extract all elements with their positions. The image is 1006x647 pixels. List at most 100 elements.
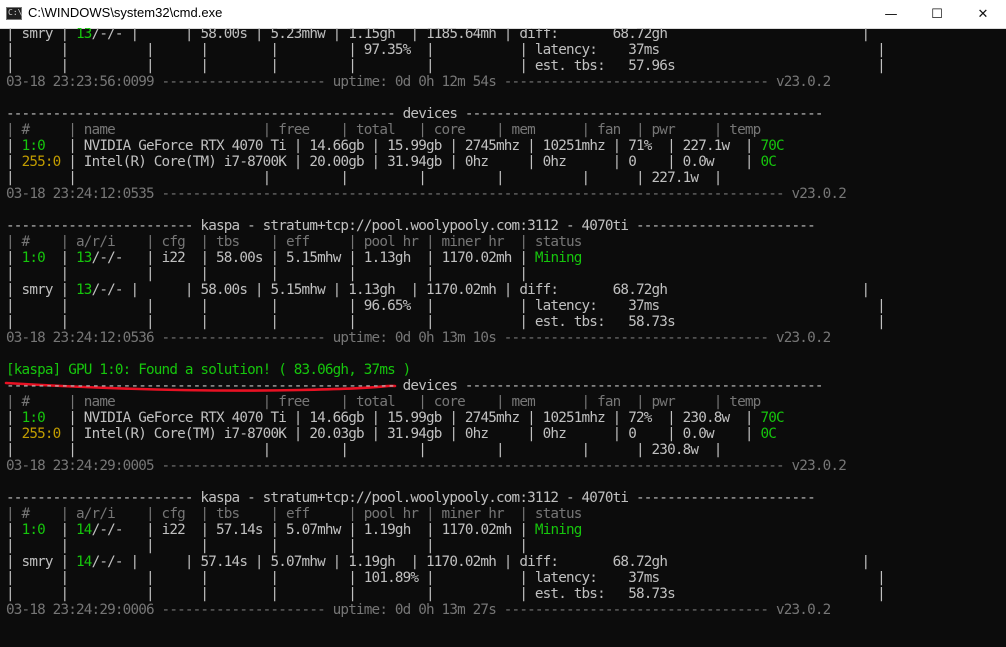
console-line: ----------------------------------------… xyxy=(6,106,823,122)
console-text: 03-18 23:24:29:0006 --------------------… xyxy=(6,602,831,618)
window-title: C:\WINDOWS\system32\cmd.exe xyxy=(28,5,223,20)
console-text: | xyxy=(6,250,22,266)
console-line: [kaspa] GPU 1:0: Found a solution! ( 83.… xyxy=(6,362,411,378)
console-line: | 1:0 | 13/-/- | i22 | 58.00s | 5.15mhw … xyxy=(6,250,582,266)
minimize-button[interactable]: — xyxy=(868,0,914,28)
console-text: 13 xyxy=(76,28,92,42)
console-text: | | | | | | 96.65% | | latency: 37ms | xyxy=(6,298,886,314)
console-text: 0C xyxy=(760,154,776,170)
console-text: | xyxy=(6,154,22,170)
console-text: | xyxy=(6,522,22,538)
console-text: | | | | | | | | est. tbs: 58.73s | xyxy=(6,314,886,330)
console-line: | 255:0 | Intel(R) Core(TM) i7-8700K | 2… xyxy=(6,154,777,170)
console-text: | NVIDIA GeForce RTX 4070 Ti | 14.66gb |… xyxy=(44,138,761,154)
console-line: | 1:0 | NVIDIA GeForce RTX 4070 Ti | 14.… xyxy=(6,138,785,154)
console-line: | smry | 13/-/- | | 58.00s | 5.23mhw | 1… xyxy=(6,28,871,42)
console-line: | | | | | | | | 230.8w | xyxy=(6,442,722,458)
console-text: 255:0 xyxy=(21,426,62,442)
console-line: 03-18 23:24:29:0005 --------------------… xyxy=(6,458,847,474)
console-text: 13 xyxy=(76,282,92,298)
console-text: /-/- | i22 | 58.00s | 5.15mhw | 1.13gh |… xyxy=(91,250,535,266)
console-text: 0C xyxy=(760,426,776,442)
console-text: /-/- | | 58.00s | 5.23mhw | 1.15gh | 118… xyxy=(91,28,871,42)
console-text: | # | a/r/i | cfg | tbs | eff | pool hr … xyxy=(6,234,582,250)
console-line: | | | | | | 97.35% | | latency: 37ms | xyxy=(6,42,886,58)
console-text: | Intel(R) Core(TM) i7-8700K | 20.03gb |… xyxy=(60,426,761,442)
console-line: | # | a/r/i | cfg | tbs | eff | pool hr … xyxy=(6,506,582,522)
console-text: | | | | | | | | xyxy=(6,266,528,282)
console-line: | smry | 13/-/- | | 58.00s | 5.15mhw | 1… xyxy=(6,282,871,298)
console-text: ----------------------------------------… xyxy=(6,106,823,122)
console-line: | 255:0 | Intel(R) Core(TM) i7-8700K | 2… xyxy=(6,426,777,442)
console-text: | | | | | | 97.35% | | latency: 37ms | xyxy=(6,42,886,58)
console-text: | smry | xyxy=(6,554,76,570)
console-line: 03-18 23:24:12:0535 --------------------… xyxy=(6,186,847,202)
close-button[interactable]: ✕ xyxy=(960,0,1006,28)
console-text: ----------------------------------------… xyxy=(6,378,823,394)
console-line: | | | | | | | | 227.1w | xyxy=(6,170,722,186)
console-text: | xyxy=(44,250,77,266)
console-line: 03-18 23:24:12:0536 --------------------… xyxy=(6,330,831,346)
console-text: ------------------------ kaspa - stratum… xyxy=(6,218,816,234)
console-text: /-/- | i22 | 57.14s | 5.07mhw | 1.19gh |… xyxy=(91,522,535,538)
console-text: 14 xyxy=(76,554,92,570)
console-text: | Intel(R) Core(TM) i7-8700K | 20.00gb |… xyxy=(60,154,761,170)
console-text: 70C xyxy=(760,138,784,154)
console-line: | | | | | | | | xyxy=(6,538,528,554)
console-text: 1:0 xyxy=(21,410,46,426)
console-output[interactable]: | smry | 13/-/- | | 58.00s | 5.23mhw | 1… xyxy=(0,28,1006,647)
console-line: | | | | | | | | est. tbs: 58.73s | xyxy=(6,586,886,602)
console-text: | # | a/r/i | cfg | tbs | eff | pool hr … xyxy=(6,506,582,522)
console-text: 1:0 xyxy=(21,250,46,266)
console-line: | 1:0 | 14/-/- | i22 | 57.14s | 5.07mhw … xyxy=(6,522,582,538)
console-text: /-/- | | 58.00s | 5.15mhw | 1.13gh | 117… xyxy=(91,282,871,298)
console-text: 255:0 xyxy=(21,154,62,170)
console-line: | # | name | free | total | core | mem |… xyxy=(6,122,761,138)
maximize-button[interactable]: ☐ xyxy=(914,0,960,28)
console-text: | | | | | | | | est. tbs: 57.96s | xyxy=(6,58,886,74)
console-line: | | | | | | 101.89% | | latency: 37ms | xyxy=(6,570,886,586)
console-line: | # | a/r/i | cfg | tbs | eff | pool hr … xyxy=(6,234,582,250)
console-text: | xyxy=(6,138,22,154)
console-text: | xyxy=(6,410,22,426)
console-text: 1:0 xyxy=(21,138,46,154)
cmd-app-icon[interactable] xyxy=(6,7,22,20)
console-text: Mining xyxy=(534,250,582,266)
console-text: | | | | | | | | 227.1w | xyxy=(6,170,722,186)
console-text: | | | | | | 101.89% | | latency: 37ms | xyxy=(6,570,886,586)
console-line: ------------------------ kaspa - stratum… xyxy=(6,218,816,234)
console-text: | # | name | free | total | core | mem |… xyxy=(6,122,761,138)
close-icon: ✕ xyxy=(977,6,989,22)
maximize-icon: ☐ xyxy=(931,6,943,22)
console-line: | | | | | | | | est. tbs: 57.96s | xyxy=(6,58,886,74)
console-text: 03-18 23:24:12:0535 --------------------… xyxy=(6,186,847,202)
console-text: ------------------------ kaspa - stratum… xyxy=(6,490,816,506)
console-text: 03-18 23:23:56:0099 --------------------… xyxy=(6,74,831,90)
console-line: | | | | | | 96.65% | | latency: 37ms | xyxy=(6,298,886,314)
console-text: | smry | xyxy=(6,282,76,298)
console-line: ------------------------ kaspa - stratum… xyxy=(6,490,816,506)
console-line: | | | | | | | | est. tbs: 58.73s | xyxy=(6,314,886,330)
console-text: 13 xyxy=(76,250,92,266)
console-text: Mining xyxy=(534,522,582,538)
console-line: 03-18 23:23:56:0099 --------------------… xyxy=(6,74,831,90)
console-line: | | | | | | | | xyxy=(6,266,528,282)
console-text: | | | | | | | | xyxy=(6,538,528,554)
console-text: [kaspa] GPU 1:0: Found a solution! ( 83.… xyxy=(6,362,411,378)
console-text: 14 xyxy=(76,522,92,538)
title-bar[interactable]: C:\WINDOWS\system32\cmd.exe — ☐ ✕ xyxy=(0,0,1006,29)
console-line: | 1:0 | NVIDIA GeForce RTX 4070 Ti | 14.… xyxy=(6,410,785,426)
console-line: 03-18 23:24:29:0006 --------------------… xyxy=(6,602,831,618)
console-text: | NVIDIA GeForce RTX 4070 Ti | 14.66gb |… xyxy=(44,410,761,426)
console-line: | # | name | free | total | core | mem |… xyxy=(6,394,761,410)
console-text: 70C xyxy=(760,410,784,426)
console-text: | | | | | | | | est. tbs: 58.73s | xyxy=(6,586,886,602)
console-text: | | | | | | | | 230.8w | xyxy=(6,442,722,458)
console-text: /-/- | | 57.14s | 5.07mhw | 1.19gh | 117… xyxy=(91,554,871,570)
console-text: 1:0 xyxy=(21,522,46,538)
minimize-icon: — xyxy=(884,6,898,22)
console-text: | xyxy=(6,426,22,442)
console-text: 03-18 23:24:12:0536 --------------------… xyxy=(6,330,831,346)
console-text: | # | name | free | total | core | mem |… xyxy=(6,394,761,410)
console-text: 03-18 23:24:29:0005 --------------------… xyxy=(6,458,847,474)
